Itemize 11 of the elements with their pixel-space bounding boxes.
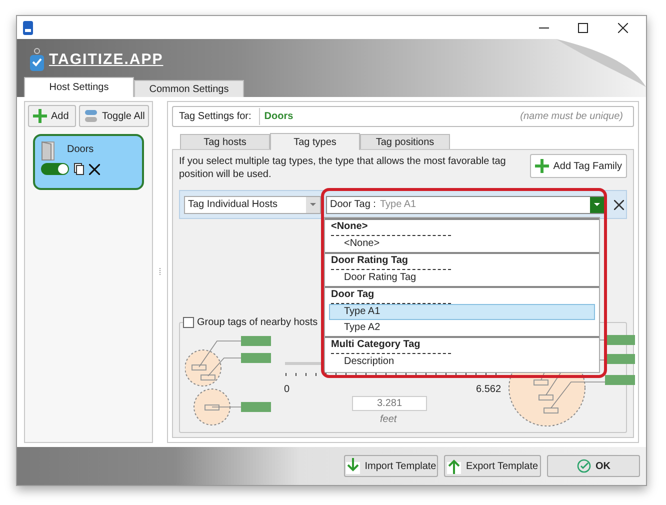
- app-name: TAGITIZE.APP: [49, 50, 164, 70]
- info-text: If you select multiple tag types, the type that allows the most favorable tag position will be used.: [179, 155, 507, 181]
- unit-label: feet: [380, 413, 397, 427]
- group-header: <None>: [325, 218, 599, 234]
- group-tags-label: Group tags of nearby hosts: [197, 316, 318, 330]
- group-header: Multi Category Tag: [325, 336, 599, 352]
- group-header: Door Rating Tag: [325, 252, 599, 268]
- slider-min-label: 0: [284, 383, 290, 397]
- host-name: Doors: [67, 142, 94, 156]
- slider-max-label: 6.562: [476, 383, 502, 397]
- tag-settings-label: Tag Settings for:: [179, 110, 252, 124]
